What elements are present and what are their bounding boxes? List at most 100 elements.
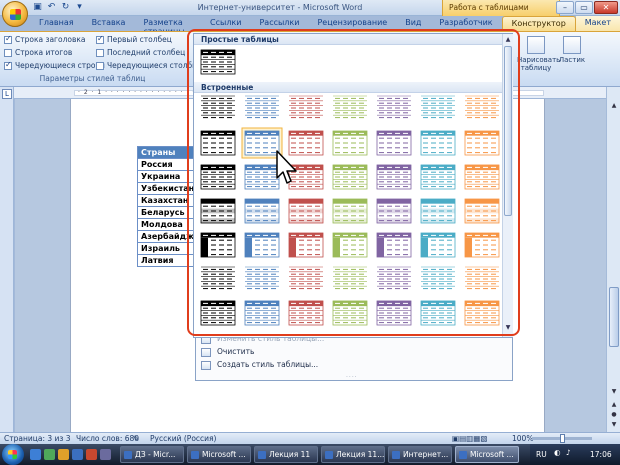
scroll-up-icon[interactable]: ▲ (609, 101, 619, 111)
table-style-thumbnail[interactable] (464, 164, 500, 190)
table-style-thumbnail[interactable] (289, 266, 323, 291)
gallery-scroll-up-icon[interactable]: ▲ (504, 36, 512, 44)
table-style-thumbnail[interactable] (332, 130, 368, 156)
maximize-button[interactable]: ▭ (575, 1, 593, 14)
table-style-thumbnail[interactable] (245, 95, 279, 120)
gallery-scrollbar[interactable]: ▲ ▼ (502, 34, 513, 337)
table-style-thumbnail[interactable] (201, 95, 235, 120)
proofing-icon[interactable]: ✎ (133, 434, 139, 443)
taskbar-item[interactable]: ДЗ - Micr... (120, 446, 184, 463)
gallery-scroll-thumb[interactable] (504, 46, 512, 216)
clock[interactable]: 17:06 (590, 450, 612, 459)
table-style-thumbnail[interactable] (421, 95, 455, 120)
draw-table-button[interactable]: Нарисовать таблицу (517, 36, 560, 72)
resize-grip-icon[interactable]: .... (346, 372, 358, 379)
quick-launch-icon[interactable] (72, 449, 83, 460)
table-style-thumbnail[interactable] (420, 164, 456, 190)
table-style-thumbnail[interactable] (376, 232, 412, 258)
office-button[interactable] (2, 1, 28, 27)
close-button[interactable]: ✕ (594, 1, 618, 14)
table-style-thumbnail[interactable] (244, 300, 280, 326)
table-style-thumbnail[interactable] (464, 232, 500, 258)
table-style-thumbnail[interactable] (200, 49, 236, 75)
quick-launch-icon[interactable] (100, 449, 111, 460)
table-style-thumbnail[interactable] (376, 300, 412, 326)
tray-icon[interactable]: ♪ (566, 448, 571, 457)
language-indicator[interactable]: Русский (Россия) (150, 434, 216, 443)
table-style-thumbnail[interactable] (333, 95, 367, 120)
table-style-thumbnail[interactable] (420, 130, 456, 156)
minimize-button[interactable]: – (556, 1, 574, 14)
quick-launch-icon[interactable] (44, 449, 55, 460)
tab-view[interactable]: Вид (396, 16, 430, 31)
table-style-thumbnail[interactable] (376, 130, 412, 156)
gallery-scroll-down-icon[interactable]: ▼ (504, 324, 512, 332)
taskbar-item[interactable]: Интернет... (388, 446, 452, 463)
tab-references[interactable]: Ссылки (201, 16, 250, 31)
tab-home[interactable]: Главная (30, 16, 83, 31)
table-style-thumbnail[interactable] (288, 232, 324, 258)
table-style-thumbnail[interactable] (421, 266, 455, 291)
table-style-thumbnail[interactable] (332, 232, 368, 258)
table-style-thumbnail[interactable] (465, 95, 499, 120)
quick-launch-icon[interactable] (86, 449, 97, 460)
tab-page-layout[interactable]: Разметка страницы (134, 16, 201, 36)
table-style-thumbnail[interactable] (376, 164, 412, 190)
language-tray[interactable]: RU (536, 450, 547, 459)
checkbox-checked-icon[interactable] (4, 34, 12, 44)
table-style-thumbnail[interactable] (201, 266, 235, 291)
checkbox-icon[interactable] (96, 48, 104, 57)
start-button[interactable] (2, 444, 24, 465)
option-header-row[interactable]: Строка заголовка (4, 34, 86, 44)
taskbar-item[interactable]: Microsoft ... (455, 446, 519, 463)
option-banded-columns[interactable]: Чередующиеся столбцы (96, 61, 203, 70)
table-style-thumbnail[interactable] (289, 95, 323, 120)
table-style-thumbnail[interactable] (377, 95, 411, 120)
option-total-row[interactable]: Строка итогов (4, 48, 72, 57)
prev-page-icon[interactable]: ▲ (609, 400, 619, 410)
show-desktop-icon[interactable] (30, 449, 41, 460)
table-style-thumbnail[interactable] (420, 232, 456, 258)
new-table-style-item[interactable]: Создать стиль таблицы... (196, 360, 512, 372)
zoom-slider[interactable] (532, 434, 592, 443)
table-style-thumbnail[interactable] (200, 232, 236, 258)
option-first-column[interactable]: Первый столбец (96, 34, 172, 44)
option-banded-rows[interactable]: Чередующиеся строки (4, 60, 105, 70)
table-style-thumbnail[interactable] (200, 164, 236, 190)
page-indicator[interactable]: Страница: 3 из 3 (4, 434, 71, 443)
checkbox-checked-icon[interactable] (96, 34, 104, 44)
tab-selector-icon[interactable]: L (2, 89, 12, 99)
option-last-column[interactable]: Последний столбец (96, 48, 185, 57)
tab-mailings[interactable]: Рассылки (250, 16, 308, 31)
table-style-thumbnail[interactable] (244, 232, 280, 258)
table-style-thumbnail[interactable] (464, 130, 500, 156)
zoom-slider-thumb[interactable] (560, 434, 565, 443)
table-style-thumbnail[interactable] (244, 164, 280, 190)
table-style-thumbnail[interactable] (464, 198, 500, 224)
eraser-button[interactable]: Ластик (553, 36, 591, 64)
zoom-level[interactable]: 100% (512, 434, 533, 443)
tab-developer[interactable]: Разработчик (430, 16, 501, 31)
table-style-thumbnail[interactable] (464, 300, 500, 326)
table-style-thumbnail[interactable] (376, 198, 412, 224)
table-style-thumbnail[interactable] (377, 266, 411, 291)
table-style-thumbnail[interactable] (200, 130, 236, 156)
scroll-down-icon[interactable]: ▼ (609, 387, 619, 397)
table-style-thumbnail[interactable] (244, 198, 280, 224)
checkbox-checked-icon[interactable] (4, 60, 12, 70)
table-style-thumbnail[interactable] (420, 300, 456, 326)
quick-launch-icon[interactable] (58, 449, 69, 460)
word-count[interactable]: Число слов: 680 (76, 434, 139, 443)
checkbox-icon[interactable] (4, 48, 12, 57)
document-scrollbar[interactable]: ▲ ▼ ▲ ● ▼ (606, 87, 620, 432)
select-browse-object-icon[interactable]: ● (609, 410, 619, 420)
next-page-icon[interactable]: ▼ (609, 420, 619, 430)
table-style-thumbnail[interactable] (465, 266, 499, 291)
view-buttons[interactable]: ▣▤▥▦▧ (452, 434, 487, 443)
table-style-thumbnail[interactable] (288, 198, 324, 224)
taskbar-item[interactable]: Microsoft ... (187, 446, 251, 463)
table-style-thumbnail[interactable] (333, 266, 367, 291)
table-style-thumbnail[interactable] (288, 300, 324, 326)
table-style-thumbnail[interactable] (200, 198, 236, 224)
tray-icon[interactable]: ◐ (554, 448, 561, 457)
